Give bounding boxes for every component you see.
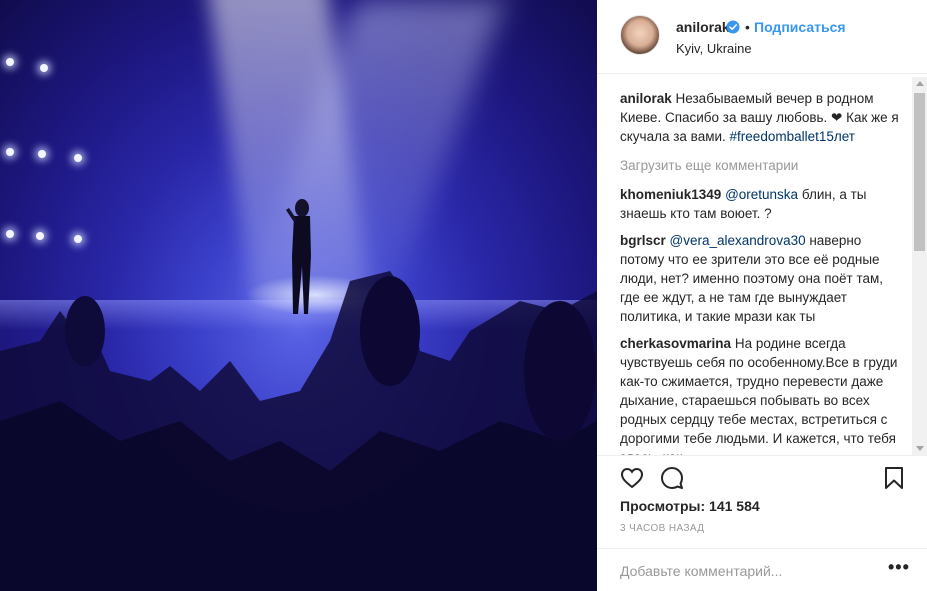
view-count[interactable]: Просмотры: 141 584 [620, 498, 760, 514]
comment-username[interactable]: cherkasovmarina [620, 336, 731, 351]
stage-light [6, 148, 14, 156]
stage-light [6, 58, 14, 66]
add-comment-bar: Добавьте комментарий... ••• [597, 548, 927, 591]
scroll-down-arrow-icon[interactable] [916, 446, 924, 451]
comment-mention[interactable]: @vera_alexandrova30 [670, 233, 806, 248]
comments-scrollbar[interactable] [912, 77, 927, 455]
comment-username[interactable]: khomeniuk1349 [620, 187, 721, 202]
stage-light [38, 150, 46, 158]
post-header: anilorak • Подписаться Kyiv, Ukraine [597, 0, 927, 74]
scroll-up-arrow-icon[interactable] [916, 81, 924, 86]
comment-username[interactable]: bgrlscr [620, 233, 666, 248]
stage-light [74, 154, 82, 162]
more-options-icon[interactable]: ••• [888, 557, 910, 578]
stage-light [36, 232, 44, 240]
comments-panel[interactable]: anilorak Незабываемый вечер в родном Кие… [597, 75, 927, 455]
scrollbar-thumb[interactable] [914, 93, 925, 251]
post-location[interactable]: Kyiv, Ukraine [676, 41, 752, 56]
caption-username[interactable]: anilorak [620, 91, 672, 106]
post-video[interactable] [0, 0, 597, 591]
comment-text: На родине всегда чувствуешь себя по особ… [620, 336, 898, 455]
post-actions: Просмотры: 141 584 3 ЧАСОВ НАЗАД Добавьт… [597, 455, 927, 591]
comment-item: cherkasovmarina На родине всегда чувству… [620, 334, 905, 455]
crowd-silhouettes [0, 271, 597, 591]
comment-mention[interactable]: @oretunska [725, 187, 798, 202]
stage-light [74, 235, 82, 243]
verified-badge-icon [726, 20, 740, 34]
comment-item: bgrlscr @vera_alexandrova30 наверно пото… [620, 231, 905, 326]
comment-bubble-icon[interactable] [660, 466, 684, 490]
caption: anilorak Незабываемый вечер в родном Кие… [620, 89, 905, 146]
avatar[interactable] [620, 15, 660, 55]
add-comment-input[interactable]: Добавьте комментарий... [620, 563, 782, 579]
load-more-comments-button[interactable]: Загрузить еще комментарии [620, 156, 905, 175]
stage-light [40, 64, 48, 72]
post-author-username[interactable]: anilorak [676, 19, 730, 35]
post-timestamp[interactable]: 3 ЧАСОВ НАЗАД [620, 523, 704, 534]
comment-item: khomeniuk1349 @oretunska блин, а ты знае… [620, 185, 905, 223]
separator-dot: • [745, 19, 750, 35]
stage-light [6, 230, 14, 238]
bookmark-icon[interactable] [884, 466, 904, 490]
post-sidebar: anilorak • Подписаться Kyiv, Ukraine ani… [597, 0, 927, 591]
caption-hashtag[interactable]: #freedomballet15лет [730, 129, 855, 144]
follow-button[interactable]: Подписаться [754, 19, 846, 35]
heart-icon[interactable] [620, 466, 644, 490]
